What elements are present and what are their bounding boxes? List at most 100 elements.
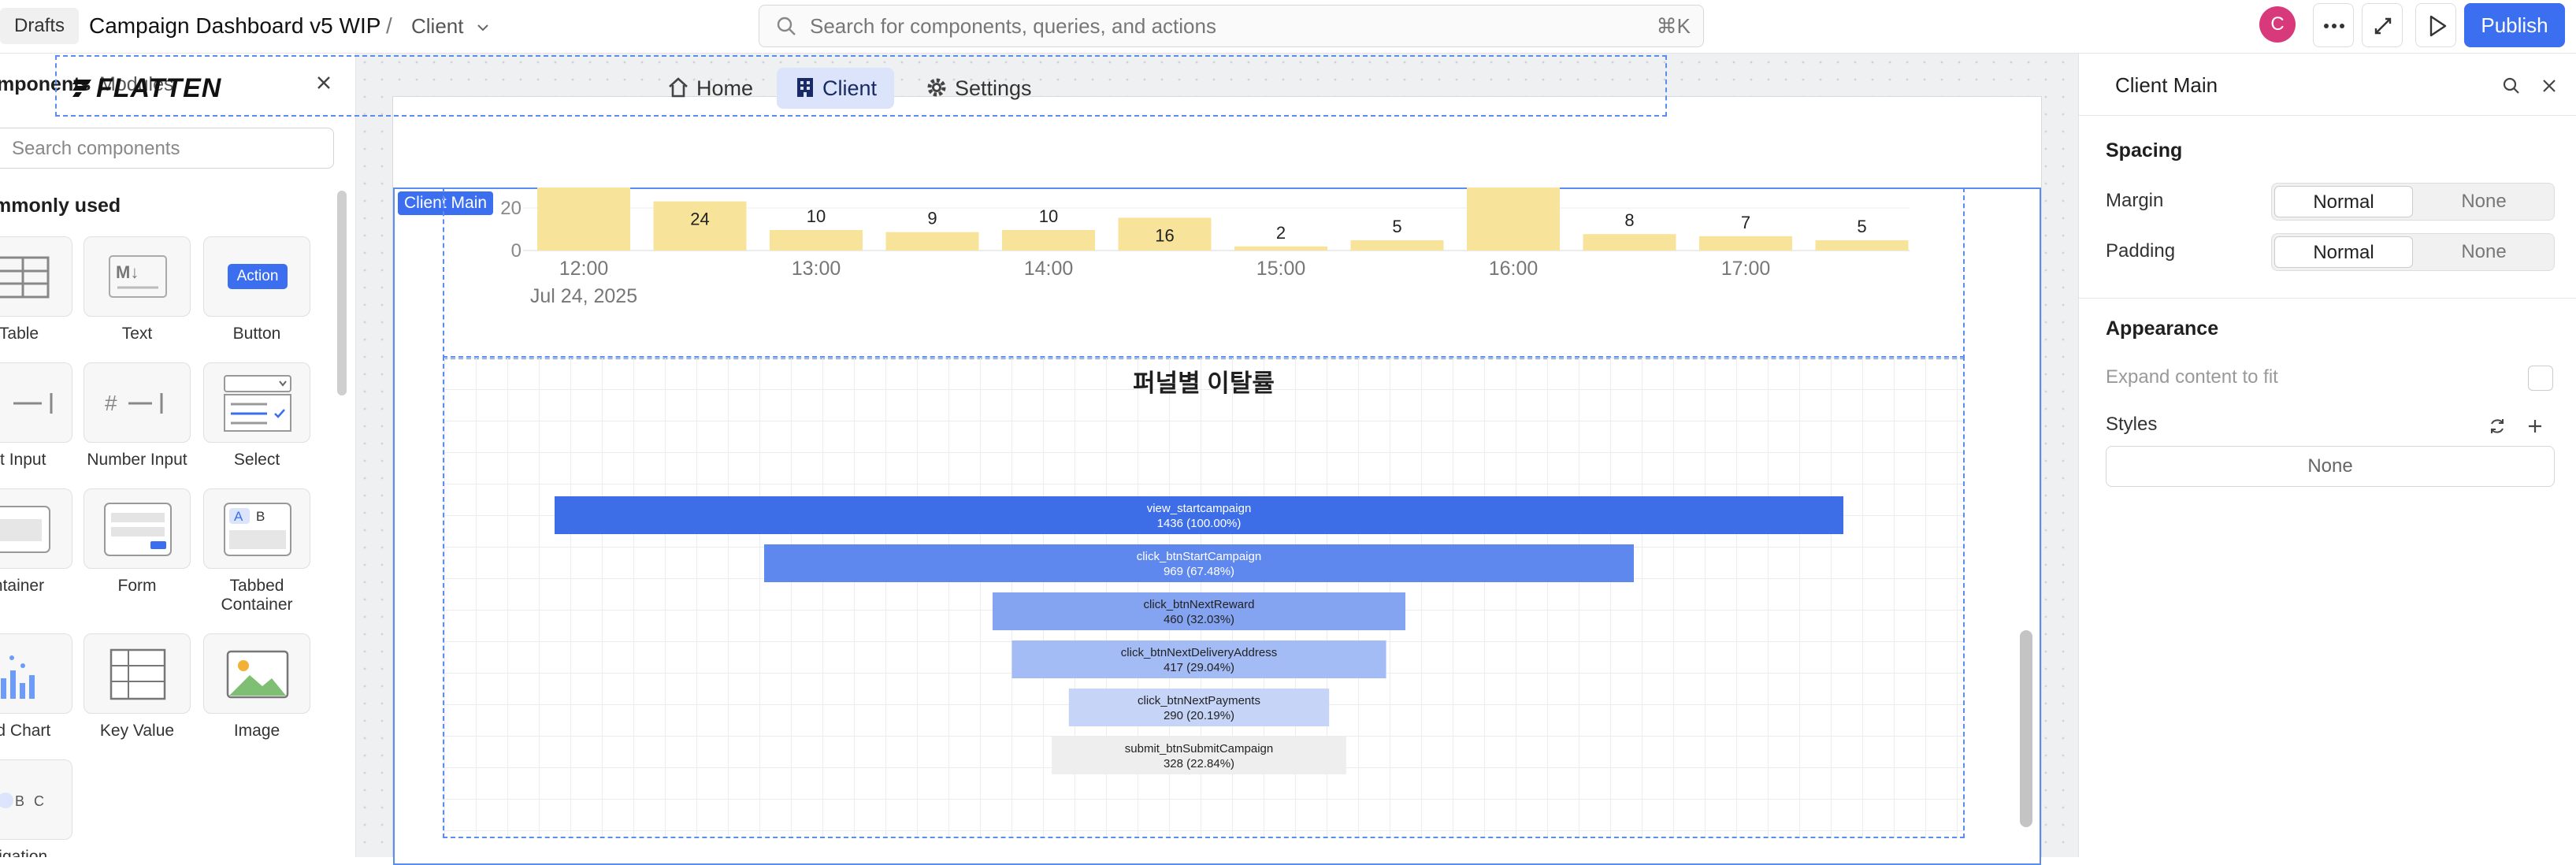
nav-home[interactable]: Home	[649, 68, 770, 109]
publish-button[interactable]: Publish	[2464, 3, 2565, 47]
component-label: Number Input	[87, 451, 187, 469]
funnel-stage-label: 290 (20.19%)	[1164, 709, 1234, 722]
component-tabbed-container[interactable]: AB Tabbed Container	[203, 488, 310, 614]
y-tick-label: 0	[511, 240, 522, 262]
form-icon	[104, 503, 172, 556]
component-text-input[interactable]: xt Input	[0, 362, 72, 470]
bar-data-label: 10	[1039, 206, 1058, 226]
spacing-heading: Spacing	[2106, 139, 2183, 161]
close-icon[interactable]	[2539, 76, 2559, 96]
building-icon	[797, 78, 813, 97]
expand-content-checkbox[interactable]	[2528, 366, 2553, 391]
components-scrollbar[interactable]	[337, 191, 347, 395]
more-icon	[2324, 24, 2344, 28]
number-input-icon: #	[105, 391, 163, 415]
svg-text:M↓: M↓	[116, 262, 139, 282]
bar-data-label: 16	[1155, 225, 1174, 245]
padding-none-option[interactable]: None	[2415, 236, 2553, 268]
bar	[1002, 230, 1095, 251]
search-placeholder: Search for components, queries, and acti…	[810, 14, 1216, 38]
styles-select[interactable]: None	[2106, 446, 2555, 487]
component-label: xt Input	[0, 451, 46, 469]
bar-data-label: 9	[927, 209, 937, 228]
preview-button[interactable]	[2415, 3, 2456, 47]
x-tick-label: 13:00	[792, 258, 841, 280]
refresh-icon[interactable]	[2487, 416, 2507, 436]
bar-data-label: 24	[690, 210, 709, 229]
padding-normal-option[interactable]: Normal	[2274, 236, 2413, 268]
funnel-stage-name: click_btnNextPayments	[1138, 694, 1260, 707]
funnel-stage-label: 460 (32.03%)	[1164, 613, 1234, 626]
margin-toggle[interactable]: Normal None	[2271, 183, 2555, 221]
padding-toggle[interactable]: Normal None	[2271, 233, 2555, 271]
margin-none-option[interactable]: None	[2415, 186, 2553, 217]
select-icon	[224, 375, 291, 432]
drafts-button[interactable]: Drafts	[0, 8, 80, 44]
component-button[interactable]: Action Button	[203, 236, 310, 343]
navigation-icon: BC	[0, 793, 44, 809]
component-key-value[interactable]: Key Value	[84, 633, 191, 741]
canvas-scrollbar[interactable]	[2020, 630, 2032, 827]
avatar[interactable]: C	[2259, 6, 2296, 43]
logo-text: FLATTEN	[96, 73, 222, 103]
bar-data-label: 10	[807, 206, 826, 226]
x-tick-label: 12:00	[559, 258, 609, 280]
x-tick-label: 14:00	[1024, 258, 1074, 280]
play-icon	[2429, 15, 2447, 37]
component-label: Button	[232, 325, 281, 343]
component-label: Form	[117, 577, 157, 595]
more-button[interactable]	[2313, 3, 2354, 47]
search-shortcut: ⌘K	[1656, 14, 1691, 38]
search-icon	[777, 17, 796, 35]
component-table[interactable]: Table	[0, 236, 72, 343]
components-search-input[interactable]: Search components	[0, 128, 334, 169]
funnel-stage-name: click_btnNextReward	[1144, 598, 1255, 611]
global-search[interactable]: Search for components, queries, and acti…	[759, 5, 1704, 47]
x-tick-label: 17:00	[1721, 258, 1771, 280]
margin-normal-option[interactable]: Normal	[2274, 186, 2413, 217]
funnel-stage-label: 1436 (100.00%)	[1157, 517, 1242, 530]
component-label: Key Value	[99, 722, 175, 740]
bar-data-label: 7	[1741, 213, 1750, 232]
chevron-down-icon	[477, 24, 488, 32]
component-form[interactable]: Form	[84, 488, 191, 596]
bar-data-label: 5	[1392, 217, 1401, 236]
component-label: Image	[233, 722, 280, 740]
logo-mark-icon	[72, 80, 91, 97]
inspector-panel: Client Main Spacing Margin Normal None P…	[2078, 54, 2576, 857]
component-navigation[interactable]: BC vigation	[0, 759, 72, 857]
component-text[interactable]: M↓ Text	[84, 236, 191, 343]
bar	[770, 230, 863, 251]
styles-label: Styles	[2106, 414, 2158, 435]
page-selector[interactable]: Client	[411, 12, 492, 40]
component-select[interactable]: Select	[203, 362, 310, 470]
tabbed-container-icon: AB	[224, 503, 291, 556]
bar-chart: 0 20 24 10 9 10 16 2 5 8 7 5 12:00 13:00 14:00 15:00 16:…	[500, 187, 1910, 307]
bar	[1815, 240, 1909, 251]
inspector-title[interactable]: Client Main	[2115, 72, 2218, 98]
flatten-logo: FLATTEN	[71, 73, 221, 104]
bar	[1350, 240, 1444, 251]
nav-client[interactable]: Client	[777, 68, 895, 109]
bar	[885, 232, 979, 251]
funnel-chart-container[interactable]: 퍼널별 이탈률 view_startcampaign 1436 (100.00%)…	[443, 356, 1965, 838]
nav-client-label: Client	[822, 76, 878, 100]
funnel-stage-label: 328 (22.84%)	[1164, 757, 1234, 770]
nav-settings[interactable]: Settings	[908, 68, 1049, 109]
component-chart[interactable]: ed Chart	[0, 633, 72, 741]
app-name[interactable]: Campaign Dashboard v5 WIP	[89, 11, 380, 41]
bar-data-label: 5	[1857, 217, 1866, 236]
component-number-input[interactable]: # Number Input	[84, 362, 191, 470]
expand-button[interactable]	[2362, 3, 2403, 47]
search-icon[interactable]	[2501, 76, 2522, 96]
component-image[interactable]: Image	[203, 633, 310, 741]
bar	[1234, 246, 1327, 251]
component-label: Table	[0, 325, 39, 343]
plus-icon[interactable]	[2525, 416, 2545, 436]
top-bar: Drafts Campaign Dashboard v5 WIP / Clien…	[0, 0, 2576, 54]
component-container[interactable]: ntainer	[0, 488, 72, 596]
component-label: Select	[233, 451, 280, 469]
bar-chart-container[interactable]: 0 20 24 10 9 10 16 2 5 8 7 5 12:00 13:00 14:00 15:00 16:…	[443, 187, 1965, 359]
nav-home-label: Home	[696, 76, 754, 100]
page-selector-label: Client	[411, 14, 464, 38]
